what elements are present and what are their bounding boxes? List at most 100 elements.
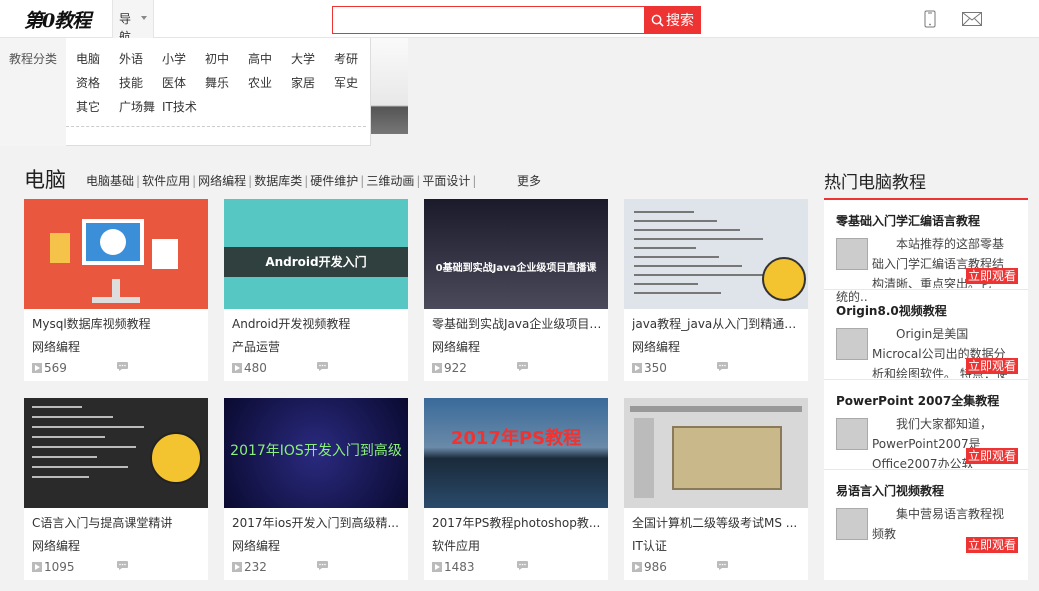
category-item[interactable]: 高中 [248, 50, 291, 68]
course-category[interactable]: 网络编程 [232, 537, 280, 554]
course-card[interactable]: java教程_java从入门到精通教... 网络编程 350 [624, 199, 808, 381]
sidebar-item-thumbnail[interactable] [836, 418, 868, 450]
view-count-value: 986 [644, 560, 667, 574]
course-thumbnail[interactable]: 0基础到实战Java企业级项目直播课 [424, 199, 608, 309]
comment-icon [517, 561, 528, 570]
category-item[interactable]: 技能 [119, 74, 162, 92]
sidebar-item[interactable]: Origin8.0视频教程 Origin是美国Microcal公司出的数据分析和绘… [824, 290, 1028, 380]
thumbnail-caption: 2017年IOS开发入门到高级 [230, 443, 402, 459]
view-count: 1095 [32, 560, 75, 574]
category-item[interactable]: 外语 [119, 50, 162, 68]
thumbnail-caption: 2017年PS教程 [450, 428, 582, 449]
banner-image[interactable] [371, 38, 408, 134]
category-item[interactable]: 广场舞 [119, 98, 162, 116]
course-category[interactable]: 软件应用 [432, 537, 480, 554]
course-category[interactable]: 网络编程 [32, 338, 80, 355]
course-category[interactable]: 网络编程 [432, 338, 480, 355]
view-count-value: 922 [444, 361, 467, 375]
course-card[interactable]: Mysql数据库视频教程 网络编程 569 [24, 199, 208, 381]
category-item[interactable]: 家居 [291, 74, 334, 92]
site-logo[interactable]: 第0教程 [24, 6, 91, 33]
subnav-item[interactable]: 数据库类 [254, 174, 302, 188]
subnav-separator: | [472, 174, 477, 188]
watch-now-button[interactable]: 立即观看 [966, 358, 1019, 374]
course-card[interactable]: 全国计算机二级等级考试MS ... IT认证 986 [624, 398, 808, 580]
category-item[interactable]: 其它 [76, 98, 119, 116]
sidebar-item-title[interactable]: PowerPoint 2007全集教程 [836, 392, 999, 409]
subnav-item[interactable]: 三维动画 [366, 174, 414, 188]
sidebar-item-thumbnail[interactable] [836, 508, 868, 540]
sidebar-item-title[interactable]: 零基础入门学汇编语言教程 [836, 212, 980, 229]
subnav-separator: | [416, 174, 421, 188]
course-card[interactable]: 0基础到实战Java企业级项目直播课零基础到实战Java企业级项目 ... 网络编… [424, 199, 608, 381]
course-title[interactable]: 零基础到实战Java企业级项目 ... [432, 315, 604, 332]
course-title[interactable]: C语言入门与提高课堂精讲 [32, 514, 204, 531]
course-title[interactable]: Mysql数据库视频教程 [32, 315, 204, 332]
category-item[interactable]: 大学 [291, 50, 334, 68]
category-panel-title: 教程分类 [0, 38, 66, 146]
subnav-separator: | [248, 174, 253, 188]
watch-now-button[interactable]: 立即观看 [966, 268, 1019, 284]
watch-now-button[interactable]: 立即观看 [966, 537, 1019, 553]
mail-icon[interactable] [962, 12, 982, 26]
sidebar-item[interactable]: 易语言入门视频教程 集中营易语言教程视频教 立即观看 [824, 470, 1028, 560]
sidebar-item-thumbnail[interactable] [836, 238, 868, 270]
play-icon [232, 562, 242, 572]
course-title[interactable]: 2017年PS教程photoshop教... [432, 514, 604, 531]
course-thumbnail[interactable] [24, 199, 208, 309]
category-item[interactable]: IT技术 [162, 98, 205, 116]
subnav-item[interactable]: 软件应用 [142, 174, 190, 188]
course-card[interactable]: Android开发入门 Android开发视频教程 产品运营 480 [224, 199, 408, 381]
category-item[interactable]: 初中 [205, 50, 248, 68]
subnav-item[interactable]: 网络编程 [198, 174, 246, 188]
course-thumbnail[interactable] [624, 199, 808, 309]
course-card[interactable]: C语言入门与提高课堂精讲 网络编程 1095 [24, 398, 208, 580]
sidebar-item[interactable]: PowerPoint 2007全集教程 我们大家都知道，PowerPoint200… [824, 380, 1028, 470]
category-item[interactable]: 医体 [162, 74, 205, 92]
comment-icon [317, 561, 328, 570]
course-thumbnail[interactable] [24, 398, 208, 508]
category-item[interactable]: 农业 [248, 74, 291, 92]
course-title[interactable]: 2017年ios开发入门到高级精... [232, 514, 404, 531]
watch-now-button[interactable]: 立即观看 [966, 448, 1019, 464]
category-item[interactable]: 舞乐 [205, 74, 248, 92]
course-thumbnail[interactable]: 2017年PS教程 [424, 398, 608, 508]
course-thumbnail[interactable]: 2017年IOS开发入门到高级 [224, 398, 408, 508]
course-card[interactable]: 2017年PS教程 2017年PS教程photoshop教... 软件应用 1483 [424, 398, 608, 580]
category-item[interactable]: 小学 [162, 50, 205, 68]
course-category[interactable]: 产品运营 [232, 338, 280, 355]
search-input[interactable] [332, 6, 645, 34]
subnav-item[interactable]: 电脑基础 [86, 174, 134, 188]
view-count-value: 232 [244, 560, 267, 574]
phone-icon[interactable] [924, 10, 936, 28]
course-title[interactable]: java教程_java从入门到精通教... [632, 315, 804, 332]
course-card[interactable]: 2017年IOS开发入门到高级 2017年ios开发入门到高级精... 网络编程 23… [224, 398, 408, 580]
sidebar-item[interactable]: 零基础入门学汇编语言教程 本站推荐的这部零基础入门学汇编语言教程结构清晰、重点突出… [824, 200, 1028, 304]
nav-toggle[interactable]: 导航 [112, 0, 154, 44]
category-item[interactable]: 资格 [76, 74, 119, 92]
comment-icon [117, 561, 128, 570]
comment-icon [517, 362, 528, 371]
sidebar-item-title[interactable]: Origin8.0视频教程 [836, 302, 947, 319]
play-icon [632, 363, 642, 373]
subnav-item[interactable]: 平面设计 [422, 174, 470, 188]
search-icon [651, 14, 664, 27]
course-category[interactable]: 网络编程 [632, 338, 680, 355]
course-thumbnail[interactable] [624, 398, 808, 508]
sidebar-item-title[interactable]: 易语言入门视频教程 [836, 482, 944, 499]
view-count: 1483 [432, 560, 475, 574]
comment-icon [717, 561, 728, 570]
view-count-value: 1095 [44, 560, 75, 574]
search-button[interactable]: 搜索 [644, 6, 701, 34]
course-title[interactable]: Android开发视频教程 [232, 315, 404, 332]
sidebar-item-thumbnail[interactable] [836, 328, 868, 360]
course-title[interactable]: 全国计算机二级等级考试MS ... [632, 514, 804, 531]
subnav-item[interactable]: 硬件维护 [310, 174, 358, 188]
course-category[interactable]: 网络编程 [32, 537, 80, 554]
course-category[interactable]: IT认证 [632, 537, 667, 554]
course-thumbnail[interactable]: Android开发入门 [224, 199, 408, 309]
category-item[interactable]: 电脑 [76, 50, 119, 68]
play-icon [32, 562, 42, 572]
play-icon [232, 363, 242, 373]
more-link[interactable]: 更多 [517, 172, 541, 189]
